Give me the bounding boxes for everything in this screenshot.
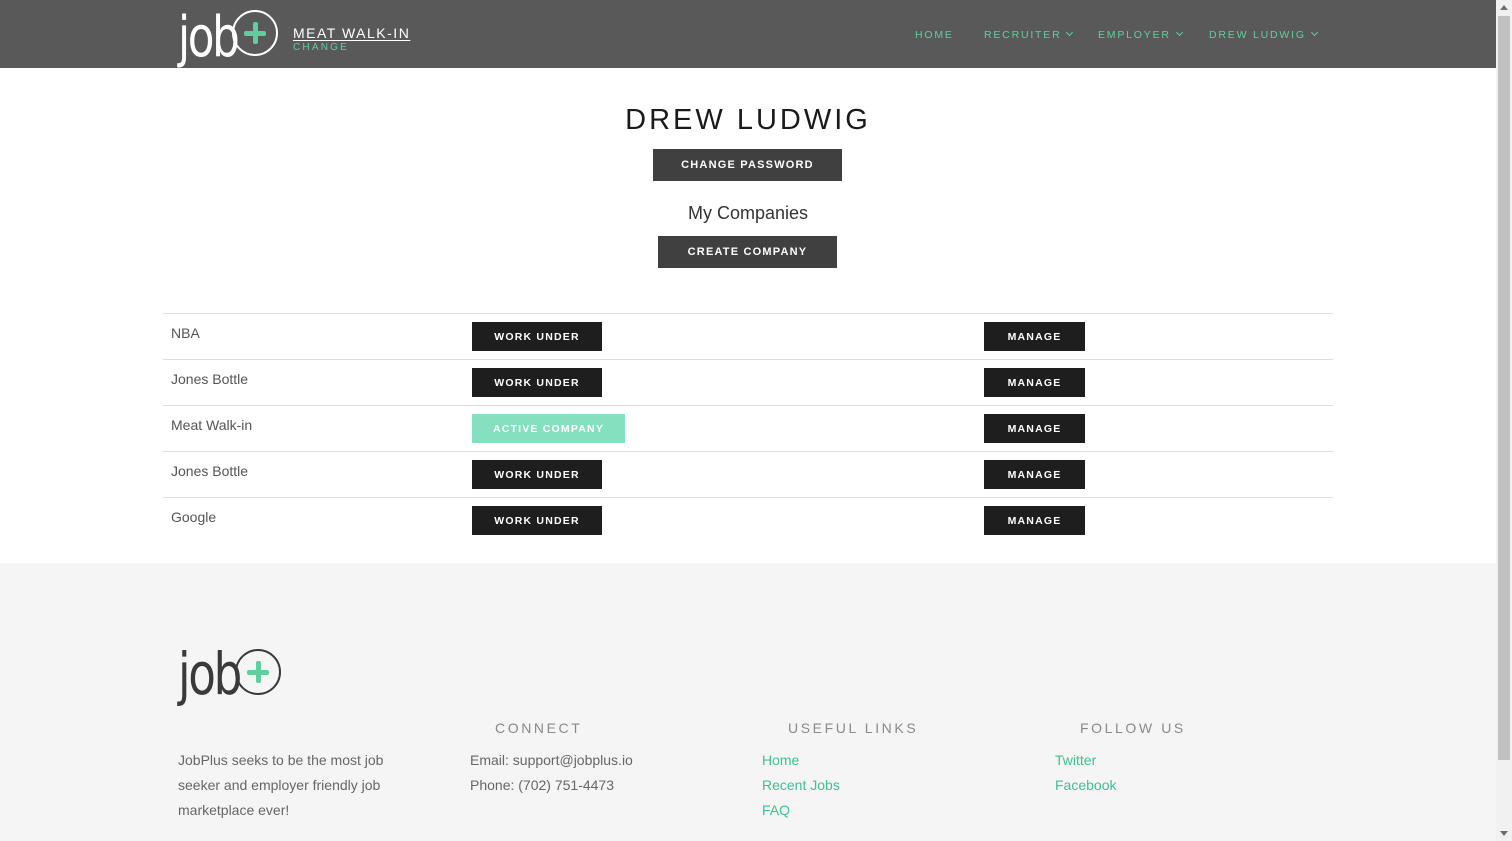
table-row: Google WORK UNDER MANAGE	[163, 497, 1333, 543]
companies-table: NBA WORK UNDER MANAGE Jones Bottle WORK …	[163, 313, 1333, 543]
work-under-button[interactable]: WORK UNDER	[472, 322, 602, 351]
contact-phone: Phone: (702) 751-4473	[470, 777, 614, 793]
my-companies-heading: My Companies	[687, 203, 809, 223]
top-navbar: job MEAT WALK-IN CHANGE HOME RECRUITER E…	[0, 0, 1496, 68]
footer-logo: job	[178, 637, 282, 708]
footer-link-home[interactable]: Home	[762, 748, 799, 773]
nav-recruiter-label: RECRUITER	[984, 29, 1062, 41]
table-row: Jones Bottle WORK UNDER MANAGE	[163, 359, 1333, 405]
main-nav: HOME RECRUITER EMPLOYER DREW LUDWIG	[0, 28, 1496, 43]
chevron-down-icon	[1310, 28, 1318, 37]
nav-employer-dropdown[interactable]: EMPLOYER	[1098, 28, 1183, 41]
page-title: DREW LUDWIG	[625, 104, 871, 136]
company-name: Meat Walk-in	[171, 417, 253, 433]
footer-logo-wordmark: job	[178, 640, 242, 708]
contact-email: Email: support@jobplus.io	[470, 752, 633, 768]
table-row: Jones Bottle WORK UNDER MANAGE	[163, 451, 1333, 497]
manage-button[interactable]: MANAGE	[984, 460, 1085, 489]
manage-button[interactable]: MANAGE	[984, 414, 1085, 443]
vertical-scrollbar[interactable]	[1496, 0, 1512, 841]
plus-circle-icon	[235, 649, 282, 695]
footer-link-twitter[interactable]: Twitter	[1055, 748, 1096, 773]
nav-employer-label: EMPLOYER	[1098, 29, 1171, 41]
footer-link-recent-jobs[interactable]: Recent Jobs	[762, 773, 840, 798]
company-name: Jones Bottle	[171, 463, 249, 479]
company-name: Jones Bottle	[171, 371, 249, 387]
footer-about-text: JobPlus seeks to be the most job seeker …	[178, 752, 384, 818]
table-row: Meat Walk-in ACTIVE COMPANY MANAGE	[163, 405, 1333, 451]
work-under-button[interactable]: WORK UNDER	[472, 368, 602, 397]
chevron-down-icon	[1175, 28, 1183, 37]
nav-recruiter-dropdown[interactable]: RECRUITER	[984, 28, 1074, 41]
footer-link-faq[interactable]: FAQ	[762, 798, 790, 823]
scroll-down-arrow-icon[interactable]	[1500, 831, 1508, 836]
connect-heading: CONNECT	[495, 720, 583, 736]
manage-button[interactable]: MANAGE	[984, 322, 1085, 351]
active-company-badge: ACTIVE COMPANY	[472, 414, 625, 443]
scroll-up-arrow-icon[interactable]	[1500, 5, 1508, 10]
follow-us-heading: FOLLOW US	[1080, 720, 1186, 736]
change-company-link[interactable]: CHANGE	[293, 42, 410, 54]
site-footer: job JobPlus seeks to be the most job see…	[0, 563, 1496, 841]
chevron-down-icon	[1066, 28, 1074, 37]
company-name: Google	[171, 509, 217, 525]
scrollbar-thumb[interactable]	[1498, 16, 1510, 760]
nav-home-label: HOME	[915, 29, 954, 41]
nav-home[interactable]: HOME	[915, 29, 954, 41]
nav-user-label: DREW LUDWIG	[1209, 29, 1306, 41]
create-company-button[interactable]: CREATE COMPANY	[658, 236, 837, 268]
manage-button[interactable]: MANAGE	[984, 506, 1085, 535]
nav-user-dropdown[interactable]: DREW LUDWIG	[1209, 28, 1318, 41]
company-name: NBA	[171, 325, 200, 341]
change-password-button[interactable]: CHANGE PASSWORD	[653, 149, 842, 181]
manage-button[interactable]: MANAGE	[984, 368, 1085, 397]
footer-link-facebook[interactable]: Facebook	[1055, 773, 1116, 798]
table-row: NBA WORK UNDER MANAGE	[163, 313, 1333, 359]
useful-links-heading: USEFUL LINKS	[788, 720, 919, 736]
work-under-button[interactable]: WORK UNDER	[472, 460, 602, 489]
work-under-button[interactable]: WORK UNDER	[472, 506, 602, 535]
